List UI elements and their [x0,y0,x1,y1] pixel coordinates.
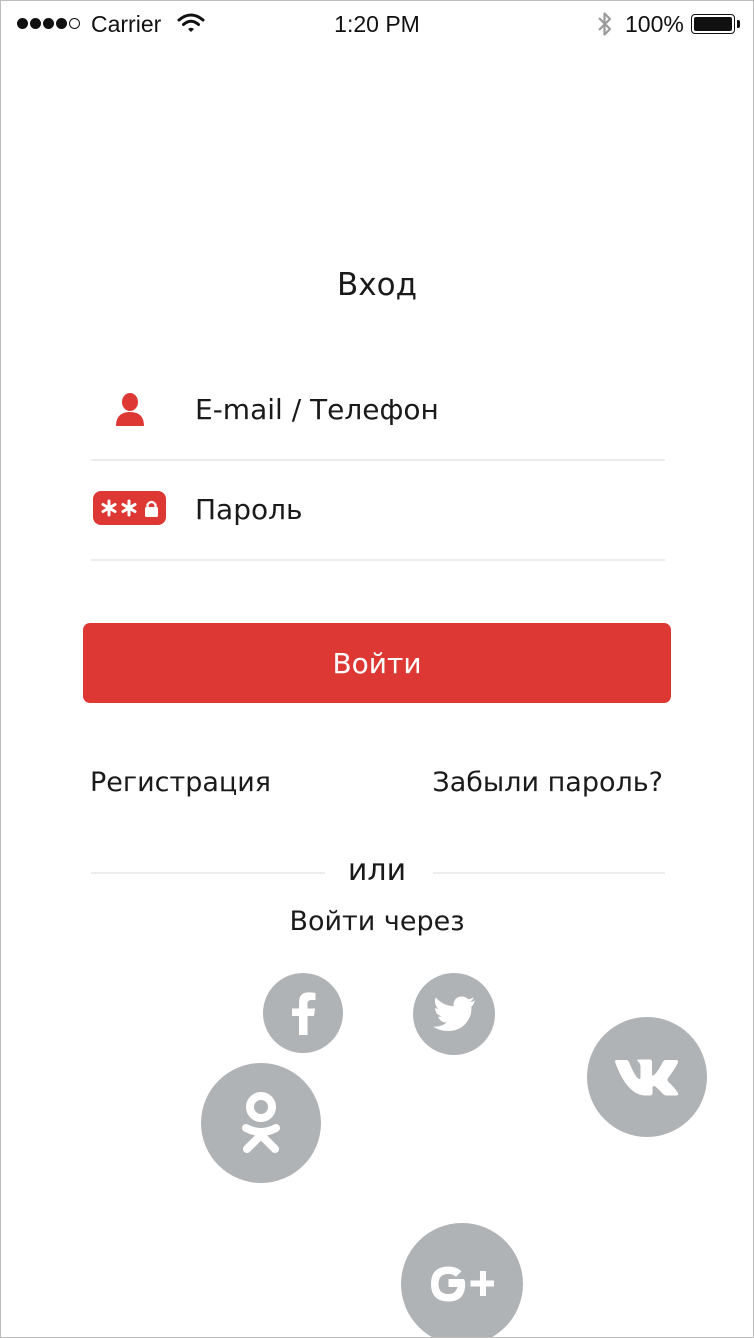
forgot-password-link[interactable]: Забыли пароль? [432,767,663,798]
google-plus-icon [431,1266,494,1302]
register-link[interactable]: Регистрация [90,767,271,798]
email-placeholder: E-mail / Телефон [195,393,439,426]
battery-icon [691,14,735,34]
twitter-login-button[interactable] [413,973,495,1055]
or-divider-text: или [347,853,407,888]
password-placeholder: Пароль [195,493,303,526]
google-plus-login-button[interactable] [401,1223,523,1337]
twitter-icon [433,996,475,1032]
battery-percentage: 100% [625,11,684,37]
status-bar: Carrier 1:20 PM 100% [1,1,753,49]
login-screen: Carrier 1:20 PM 100% Вход E-mail / Телеф… [0,0,754,1338]
facebook-login-button[interactable] [263,973,343,1053]
user-icon [115,391,145,431]
login-button[interactable]: Войти [83,623,671,703]
email-field[interactable]: E-mail / Телефон [91,359,665,461]
facebook-icon [292,992,316,1035]
vk-login-button[interactable] [587,1017,707,1137]
bluetooth-icon [595,10,615,44]
page-title: Вход [336,267,417,303]
password-icon [93,491,166,525]
password-field[interactable]: Пароль [91,459,665,561]
vk-icon [615,1059,679,1096]
social-login-caption: Войти через [289,906,465,937]
odnoklassniki-login-button[interactable] [201,1063,321,1183]
odnoklassniki-icon [242,1092,280,1153]
divider-right [433,872,665,874]
battery-cap [737,20,740,28]
